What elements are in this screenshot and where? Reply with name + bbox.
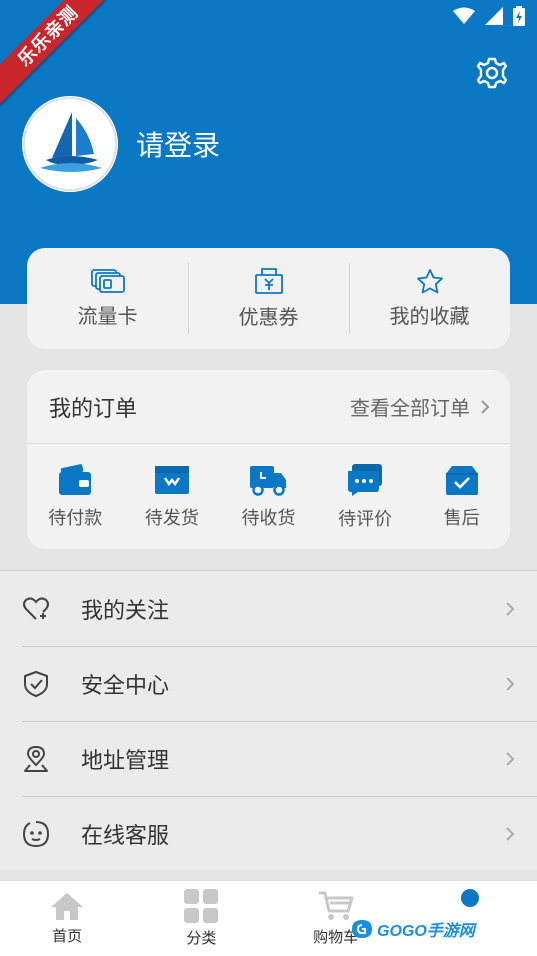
signal-icon <box>485 7 503 25</box>
quick-link-favorites[interactable]: 我的收藏 <box>349 248 510 349</box>
grid-icon <box>184 889 219 923</box>
menu-item-follows[interactable]: 我的关注 <box>0 571 537 646</box>
order-status-label: 待评价 <box>338 508 393 529</box>
menu-item-label: 地址管理 <box>81 747 170 773</box>
cart-icon <box>318 891 354 920</box>
order-status-row: 待付款 待发货 待收货 待评价 售后 <box>27 444 510 549</box>
menu-item-customer-service[interactable]: 在线客服 <box>0 796 537 871</box>
chevron-right-icon <box>481 399 490 414</box>
order-status-label: 待收货 <box>241 507 296 528</box>
package-icon <box>154 465 189 494</box>
bag-icon <box>445 465 478 495</box>
quick-links-card: 流量卡 优惠券 我的收藏 <box>27 248 510 349</box>
wifi-icon <box>453 7 475 24</box>
order-pending-shipment[interactable]: 待发货 <box>124 444 221 549</box>
view-all-orders-link[interactable]: 查看全部订单 <box>350 392 490 421</box>
orders-header: 我的订单 查看全部订单 <box>27 370 510 444</box>
orders-title: 我的订单 <box>49 395 138 421</box>
login-link[interactable]: 请登录 <box>136 124 220 164</box>
tab-label: 首页 <box>52 928 83 945</box>
settings-gear-icon[interactable] <box>475 56 509 90</box>
site-watermark: GOGO手游网 <box>350 917 475 941</box>
menu-item-label: 在线客服 <box>81 822 170 848</box>
tab-category[interactable]: 分类 <box>134 881 268 956</box>
gogo-logo-icon <box>352 920 372 938</box>
order-after-sales[interactable]: 售后 <box>413 444 510 549</box>
order-status-label: 待付款 <box>48 507 103 528</box>
star-icon <box>416 269 443 294</box>
chevron-right-icon <box>506 676 515 691</box>
quick-link-coupon[interactable]: 优惠券 <box>188 248 349 349</box>
tab-home[interactable]: 首页 <box>0 881 134 956</box>
quick-link-label: 优惠券 <box>238 307 299 329</box>
coupon-icon <box>254 268 283 294</box>
order-pending-review[interactable]: 待评价 <box>317 444 414 549</box>
chat-face-icon <box>22 820 50 847</box>
truck-icon <box>250 465 287 496</box>
home-icon <box>51 893 84 920</box>
order-pending-receipt[interactable]: 待收货 <box>220 444 317 549</box>
menu-item-label: 我的关注 <box>81 597 170 623</box>
view-all-orders-label: 查看全部订单 <box>350 398 470 420</box>
settings-menu: 我的关注 安全中心 地址管理 在线客服 <box>0 570 537 870</box>
comment-icon <box>348 463 383 496</box>
chevron-right-icon <box>506 751 515 766</box>
location-icon <box>24 745 48 772</box>
wallet-icon <box>59 463 92 495</box>
watermark-text: GOGO手游网 <box>377 923 475 940</box>
profile-icon <box>461 889 479 907</box>
tab-label: 分类 <box>186 930 217 947</box>
sim-card-icon <box>90 269 125 293</box>
menu-item-label: 安全中心 <box>81 672 170 698</box>
order-status-label: 待发货 <box>144 507 199 528</box>
shield-icon <box>24 670 48 697</box>
my-orders-card: 我的订单 查看全部订单 待付款 待发货 待收货 待评价 售后 <box>27 370 510 549</box>
menu-item-address[interactable]: 地址管理 <box>0 721 537 796</box>
sailboat-logo-icon <box>23 97 117 191</box>
quick-link-label: 流量卡 <box>77 306 138 328</box>
heart-plus-icon <box>23 596 49 620</box>
menu-item-security[interactable]: 安全中心 <box>0 646 537 721</box>
quick-link-sim-card[interactable]: 流量卡 <box>27 248 188 349</box>
quick-link-label: 我的收藏 <box>389 306 470 328</box>
chevron-right-icon <box>506 826 515 841</box>
order-status-label: 售后 <box>443 507 480 528</box>
avatar[interactable] <box>22 96 118 192</box>
chevron-right-icon <box>506 601 515 616</box>
order-pending-payment[interactable]: 待付款 <box>27 444 124 549</box>
battery-icon <box>513 6 525 26</box>
